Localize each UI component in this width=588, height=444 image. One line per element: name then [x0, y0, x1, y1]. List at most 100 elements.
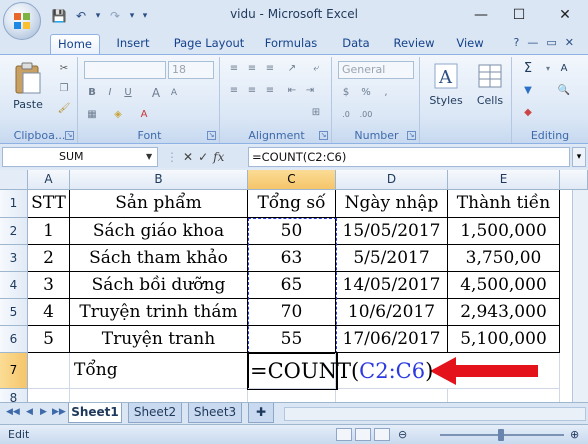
cell-d2[interactable]: 15/05/2017 [336, 218, 448, 245]
tab-data[interactable]: Data [334, 34, 378, 54]
cell-d5[interactable]: 10/6/2017 [336, 299, 448, 326]
cell-a6[interactable]: 5 [28, 326, 70, 353]
cell-c4[interactable]: 65 [248, 272, 336, 299]
vertical-scrollbar[interactable] [572, 190, 588, 402]
insert-sheet-icon[interactable]: ✚ [248, 403, 274, 423]
doc-minimize-icon[interactable]: — [527, 36, 538, 49]
cell-d8[interactable] [336, 389, 448, 402]
cell-e8[interactable] [448, 389, 560, 402]
cell-b1[interactable]: Sản phẩm [70, 190, 248, 218]
column-header-e[interactable]: E [448, 170, 560, 190]
doc-close-icon[interactable]: ✕ [565, 36, 574, 49]
row-header-6[interactable]: 6 [0, 326, 28, 353]
bold-icon[interactable]: B [84, 85, 100, 101]
horizontal-scrollbar[interactable] [284, 407, 586, 421]
increase-indent-icon[interactable]: ⇥ [302, 83, 318, 99]
cell-b2[interactable]: Sách giáo khoa [70, 218, 248, 245]
cell-e3[interactable]: 3,750,00 [448, 245, 560, 272]
cell-e5[interactable]: 2,943,000 [448, 299, 560, 326]
align-bottom-icon[interactable]: ≡ [262, 61, 278, 77]
zoom-in-icon[interactable]: ⊕ [570, 428, 579, 441]
currency-icon[interactable]: $ [338, 85, 354, 101]
zoom-slider-knob[interactable] [498, 429, 504, 441]
cell-b3[interactable]: Sách tham khảo [70, 245, 248, 272]
cell-b7[interactable]: Tổng [70, 353, 248, 389]
name-box-dropdown-icon[interactable]: ▼ [146, 152, 152, 161]
italic-icon[interactable]: I [102, 85, 118, 101]
percent-icon[interactable]: % [358, 85, 374, 101]
shrink-font-icon[interactable]: A [166, 85, 182, 101]
fill-icon[interactable]: ▼ [520, 83, 536, 99]
column-header-b[interactable]: B [70, 170, 248, 190]
comma-icon[interactable]: , [378, 85, 394, 101]
increase-decimal-icon[interactable]: .0 [338, 107, 354, 123]
column-header-a[interactable]: A [28, 170, 70, 190]
tab-home[interactable]: Home [50, 34, 100, 54]
next-sheet-icon[interactable]: ▶ [40, 407, 47, 417]
cell-b8[interactable] [70, 389, 248, 402]
row-header-5[interactable]: 5 [0, 299, 28, 326]
clear-icon[interactable]: ◆ [520, 105, 536, 121]
cell-e6[interactable]: 5,100,000 [448, 326, 560, 353]
name-box[interactable]: SUM [2, 147, 158, 167]
cell-c3[interactable]: 63 [248, 245, 336, 272]
cell-d3[interactable]: 5/5/2017 [336, 245, 448, 272]
cell-a3[interactable]: 2 [28, 245, 70, 272]
sheet-tab-sheet3[interactable]: Sheet3 [188, 403, 242, 423]
close-button[interactable]: ✕ [550, 4, 580, 26]
align-right-icon[interactable]: ≡ [262, 83, 278, 99]
row-header-1[interactable]: 1 [0, 190, 28, 218]
cell-b4[interactable]: Sách bồi dưỡng [70, 272, 248, 299]
cut-icon[interactable]: ✂ [56, 61, 72, 77]
align-top-icon[interactable]: ≡ [226, 61, 242, 77]
decrease-indent-icon[interactable]: ⇤ [284, 83, 300, 99]
font-launcher-icon[interactable]: ↘ [207, 131, 216, 140]
cell-d6[interactable]: 17/06/2017 [336, 326, 448, 353]
zoom-out-icon[interactable]: ⊖ [398, 428, 407, 441]
page-break-view-icon[interactable] [374, 428, 390, 441]
row-header-2[interactable]: 2 [0, 218, 28, 245]
cell-b6[interactable]: Truyện tranh [70, 326, 248, 353]
cell-a1[interactable]: STT [28, 190, 70, 218]
sheet-tab-sheet2[interactable]: Sheet2 [128, 403, 182, 423]
cell-a4[interactable]: 3 [28, 272, 70, 299]
cell-c8[interactable] [248, 389, 336, 402]
clipboard-launcher-icon[interactable]: ↘ [65, 131, 74, 140]
cell-e4[interactable]: 4,500,000 [448, 272, 560, 299]
page-layout-view-icon[interactable] [355, 428, 371, 441]
number-launcher-icon[interactable]: ↘ [407, 131, 416, 140]
cell-a2[interactable]: 1 [28, 218, 70, 245]
cell-c7-formula[interactable]: =COUNT(C2:C6) [248, 353, 433, 389]
tab-page-layout[interactable]: Page Layout [168, 34, 250, 54]
cell-c6[interactable]: 55 [248, 326, 336, 353]
cell-c5[interactable]: 70 [248, 299, 336, 326]
tab-formulas[interactable]: Formulas [258, 34, 324, 54]
align-left-icon[interactable]: ≡ [226, 83, 242, 99]
font-name-combo[interactable] [84, 61, 166, 79]
enter-icon[interactable]: ✓ [198, 150, 208, 164]
align-center-icon[interactable]: ≡ [244, 83, 260, 99]
sheet-tab-sheet1[interactable]: Sheet1 [68, 403, 122, 423]
cell-a8[interactable] [28, 389, 70, 402]
expand-formula-bar-icon[interactable]: ▾ [572, 147, 586, 167]
tab-insert[interactable]: Insert [108, 34, 158, 54]
cell-e2[interactable]: 1,500,000 [448, 218, 560, 245]
column-header-c[interactable]: C [248, 170, 336, 190]
row-header-3[interactable]: 3 [0, 245, 28, 272]
row-header-8[interactable]: 8 [0, 389, 28, 402]
cell-a7[interactable] [28, 353, 70, 389]
prev-sheet-icon[interactable]: ◀ [26, 407, 33, 417]
insert-function-icon[interactable]: fx [213, 150, 224, 164]
orientation-icon[interactable]: ↗ [284, 61, 300, 77]
cell-d1[interactable]: Ngày nhập [336, 190, 448, 218]
copy-icon[interactable]: ❐ [56, 81, 72, 97]
first-sheet-icon[interactable]: ◀◀ [6, 407, 20, 417]
column-header-f[interactable] [560, 170, 588, 190]
tab-view[interactable]: View [450, 34, 490, 54]
find-select-icon[interactable]: 🔍 [556, 83, 572, 99]
tab-review[interactable]: Review [386, 34, 442, 54]
decrease-decimal-icon[interactable]: .00 [358, 107, 374, 123]
cell-c1[interactable]: Tổng số [248, 190, 336, 218]
help-icon[interactable]: ? [514, 36, 520, 49]
styles-button[interactable]: A Styles [426, 61, 466, 107]
